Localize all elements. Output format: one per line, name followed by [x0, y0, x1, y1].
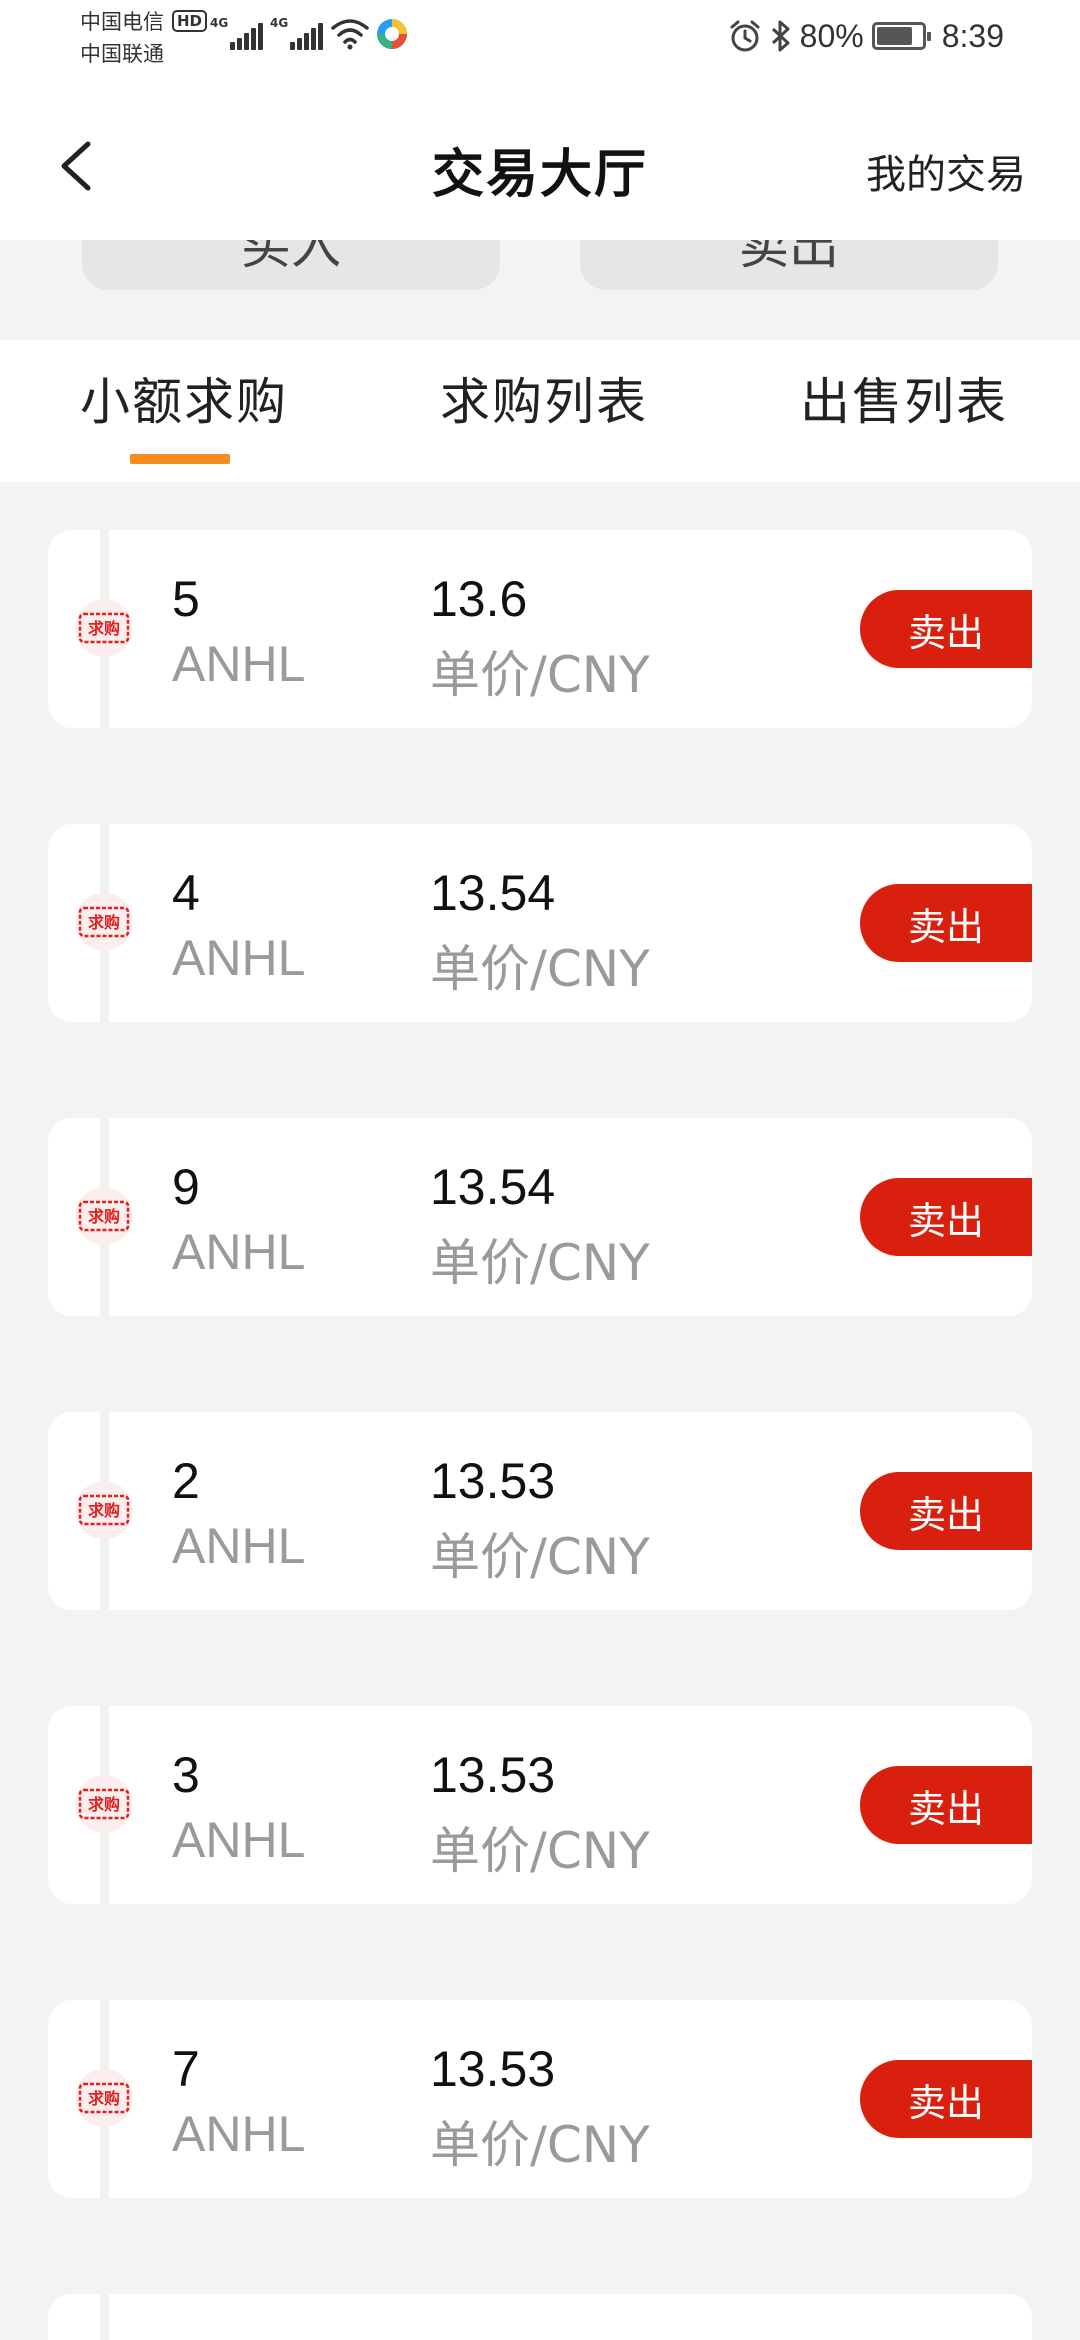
order-quantity: 3 — [172, 1747, 200, 1803]
order-unit: ANHL — [172, 2106, 306, 2162]
battery-percent: 80% — [799, 17, 864, 54]
order-quantity: 2 — [172, 1453, 200, 1509]
purchase-badge-text: 求购 — [88, 1207, 120, 1226]
signal-icon-1: 4G — [210, 16, 263, 50]
order-price-unit: 单价/CNY — [430, 2116, 650, 2174]
hd-badge: HD — [172, 10, 208, 32]
list-item: 求购 5 ANHL 13.6 单价/CNY 卖出 — [48, 530, 1032, 728]
purchase-badge-icon: 求购 — [75, 893, 133, 951]
order-unit: ANHL — [172, 930, 306, 986]
tab-purchase-list[interactable]: 求购列表 — [440, 362, 648, 434]
tab-bar: 小额求购 求购列表 出售列表 — [0, 340, 1080, 482]
sell-button[interactable]: 卖出 — [860, 1472, 1032, 1550]
order-quantity: 9 — [172, 1159, 200, 1215]
sell-button[interactable]: 卖出 — [860, 1766, 1032, 1844]
list-item: 求购 7 ANHL 13.53 单价/CNY 卖出 — [48, 2000, 1032, 2198]
list-item-partial — [48, 2294, 1032, 2340]
order-price-unit: 单价/CNY — [430, 940, 650, 998]
purchase-badge-text: 求购 — [88, 619, 120, 638]
network-type-1: 4G — [210, 16, 229, 30]
network-type-2: 4G — [270, 16, 289, 30]
purchase-badge-icon: 求购 — [75, 1775, 133, 1833]
list-item: 求购 2 ANHL 13.53 单价/CNY 卖出 — [48, 1412, 1032, 1610]
order-price-unit: 单价/CNY — [430, 646, 650, 704]
sell-top-button[interactable]: 卖出 — [580, 240, 998, 290]
sell-button[interactable]: 卖出 — [860, 1178, 1032, 1256]
clock-time: 8:39 — [941, 17, 1004, 54]
carrier-info: 中国电信 中国联通 — [80, 6, 164, 70]
wifi-icon — [331, 19, 369, 50]
order-price-unit: 单价/CNY — [430, 1822, 650, 1880]
order-price-unit: 单价/CNY — [430, 1234, 650, 1292]
order-price: 13.54 — [430, 865, 556, 921]
buy-button[interactable]: 买入 — [82, 240, 500, 290]
tab-sale-list[interactable]: 出售列表 — [800, 362, 1008, 434]
order-unit: ANHL — [172, 636, 306, 692]
order-quantity: 7 — [172, 2041, 200, 2097]
order-price: 13.53 — [430, 1747, 556, 1803]
battery-icon — [871, 22, 931, 50]
app-notification-icon — [377, 19, 407, 49]
app-header: 交易大厅 我的交易 — [0, 82, 1080, 240]
order-price: 13.54 — [430, 1159, 556, 1215]
purchase-badge-icon: 求购 — [75, 599, 133, 657]
order-quantity: 4 — [172, 865, 200, 921]
alarm-icon — [730, 20, 760, 52]
signal-icon-2: 4G — [270, 16, 323, 50]
purchase-badge-text: 求购 — [88, 913, 120, 932]
status-right: 80% 8:39 — [728, 14, 1004, 58]
sell-button[interactable]: 卖出 — [860, 2060, 1032, 2138]
buy-button-label: 买入 — [241, 240, 341, 275]
sell-top-button-label: 卖出 — [739, 240, 839, 275]
purchase-badge-text: 求购 — [88, 2089, 120, 2108]
order-price: 13.53 — [430, 1453, 556, 1509]
sell-button[interactable]: 卖出 — [860, 590, 1032, 668]
sell-button[interactable]: 卖出 — [860, 884, 1032, 962]
my-trades-link[interactable]: 我的交易 — [866, 142, 1026, 200]
list-item: 求购 3 ANHL 13.53 单价/CNY 卖出 — [48, 1706, 1032, 1904]
order-price: 13.53 — [430, 2041, 556, 2097]
carrier-2: 中国联通 — [80, 42, 164, 66]
order-unit: ANHL — [172, 1812, 306, 1868]
trade-action-buttons: 买入 卖出 — [0, 240, 1080, 340]
order-unit: ANHL — [172, 1224, 306, 1280]
bluetooth-icon — [771, 20, 790, 52]
purchase-badge-icon: 求购 — [75, 2069, 133, 2127]
purchase-badge-icon: 求购 — [75, 1481, 133, 1539]
order-quantity: 5 — [172, 571, 200, 627]
tab-small-purchase[interactable]: 小额求购 — [80, 362, 288, 434]
order-unit: ANHL — [172, 1518, 306, 1574]
order-price: 13.6 — [430, 571, 528, 627]
status-bar: 中国电信 中国联通 HD 4G 4G 80% 8:39 — [0, 0, 1080, 82]
purchase-badge-text: 求购 — [88, 1795, 120, 1814]
list-item: 求购 4 ANHL 13.54 单价/CNY 卖出 — [48, 824, 1032, 1022]
purchase-badge-text: 求购 — [88, 1501, 120, 1520]
order-price-unit: 单价/CNY — [430, 1528, 650, 1586]
list-item: 求购 9 ANHL 13.54 单价/CNY 卖出 — [48, 1118, 1032, 1316]
carrier-1: 中国电信 — [80, 10, 164, 34]
purchase-badge-icon: 求购 — [75, 1187, 133, 1245]
active-tab-indicator — [130, 454, 230, 464]
